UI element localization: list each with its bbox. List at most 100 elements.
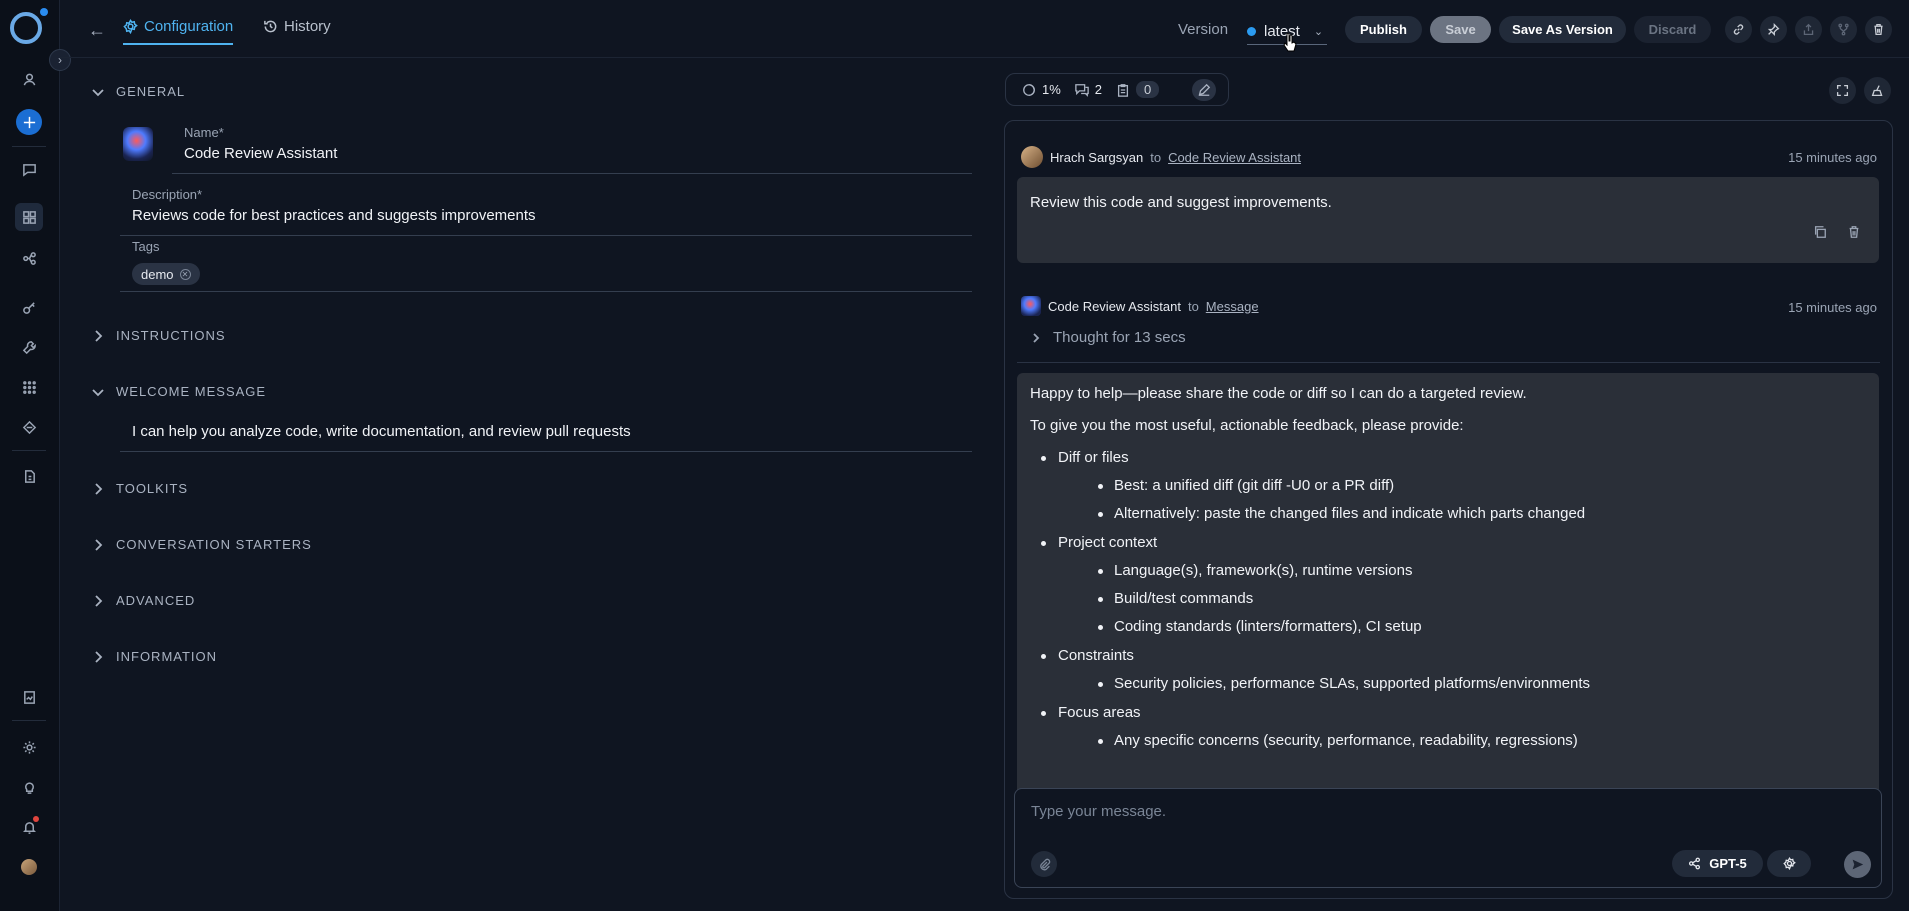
tab-configuration[interactable]: Configuration xyxy=(123,18,234,45)
chevron-right-icon xyxy=(95,329,103,342)
trash-icon[interactable] xyxy=(1847,225,1861,239)
export-button[interactable] xyxy=(1795,16,1822,43)
edit-button[interactable] xyxy=(1192,79,1216,101)
attachment-count-value: 0 xyxy=(1136,81,1160,98)
to-label: to xyxy=(1187,298,1199,314)
notifications-bell-icon[interactable] xyxy=(15,813,43,841)
attach-button[interactable] xyxy=(1031,851,1057,877)
messages-icon xyxy=(1075,83,1089,97)
section-advanced[interactable]: ADVANCED xyxy=(92,593,195,608)
mouse-pointer-icon xyxy=(1283,33,1297,52)
tab-history[interactable]: History xyxy=(263,18,331,35)
apps-grid-icon[interactable] xyxy=(15,373,43,401)
context-usage[interactable]: 1% xyxy=(1022,82,1061,97)
to-label: to xyxy=(1150,149,1162,165)
answer-lead: To give you the most useful, actionable … xyxy=(1030,417,1464,434)
chat-icon[interactable] xyxy=(15,155,43,183)
user-icon[interactable] xyxy=(15,65,43,93)
app-logo-icon[interactable] xyxy=(10,12,42,44)
fork-button[interactable] xyxy=(1830,16,1857,43)
discard-button[interactable]: Discard xyxy=(1634,16,1711,43)
left-rail: › xyxy=(0,0,71,911)
agent-avatar[interactable] xyxy=(123,127,153,161)
model-name: GPT-5 xyxy=(1709,856,1747,871)
section-title: CONVERSATION STARTERS xyxy=(116,537,312,552)
description-field[interactable]: Reviews code for best practices and sugg… xyxy=(132,207,536,224)
user-message-text: Review this code and suggest improvement… xyxy=(1030,194,1332,211)
publish-button[interactable]: Publish xyxy=(1345,16,1422,43)
recipient-link[interactable]: Code Review Assistant xyxy=(1168,150,1301,165)
pipelines-icon[interactable] xyxy=(15,244,43,272)
model-settings-button[interactable] xyxy=(1767,850,1811,877)
section-welcome-message[interactable]: WELCOME MESSAGE xyxy=(92,384,266,399)
tag-label: demo xyxy=(141,266,174,282)
version-label: Version xyxy=(1178,21,1229,38)
tags-label: Tags xyxy=(132,239,160,254)
delete-button[interactable] xyxy=(1865,16,1892,43)
chevron-right-icon xyxy=(95,482,103,495)
agent-message-header: Code Review Assistant to Message xyxy=(1021,296,1259,316)
divider xyxy=(1017,362,1880,363)
attachment-count[interactable]: 0 xyxy=(1116,81,1160,98)
description-label-text: Description xyxy=(132,187,198,202)
fullscreen-button[interactable] xyxy=(1829,77,1856,104)
clear-chat-button[interactable] xyxy=(1864,77,1891,104)
message-count[interactable]: 2 xyxy=(1075,82,1102,97)
remove-tag-icon[interactable]: ✕ xyxy=(179,268,191,280)
share-nodes-icon xyxy=(1689,857,1701,870)
message-author: Code Review Assistant xyxy=(1048,298,1181,314)
chat-panel: Hrach Sargsyan to Code Review Assistant … xyxy=(1004,120,1893,899)
agents-grid-icon[interactable] xyxy=(15,203,43,231)
list-subitem: Any specific concerns (security, perform… xyxy=(1058,732,1866,750)
section-title: INSTRUCTIONS xyxy=(116,328,226,343)
artifacts-icon[interactable] xyxy=(15,413,43,441)
gear-icon xyxy=(123,19,138,34)
fork-icon xyxy=(1838,23,1849,36)
tag-chip[interactable]: demo ✕ xyxy=(132,263,200,285)
section-toolkits[interactable]: TOOLKITS xyxy=(92,481,188,496)
toolkits-wrench-icon[interactable] xyxy=(15,333,43,361)
message-input[interactable]: Type your message. xyxy=(1031,803,1166,820)
section-general[interactable]: GENERAL xyxy=(92,84,185,99)
list-item-title: Project context xyxy=(1058,534,1158,551)
pin-button[interactable] xyxy=(1760,16,1787,43)
answer-list: Diff or files Best: a unified diff (git … xyxy=(1030,449,1866,750)
chat-stats-toolbar: 1% 2 0 xyxy=(1005,73,1229,106)
name-field[interactable]: Code Review Assistant xyxy=(184,145,337,162)
section-conversation-starters[interactable]: CONVERSATION STARTERS xyxy=(92,537,312,552)
reports-icon[interactable] xyxy=(15,683,43,711)
chevron-down-icon xyxy=(92,88,104,96)
paperclip-icon xyxy=(1039,858,1050,870)
top-bar: ← Configuration History Version latest ⌄… xyxy=(60,0,1909,58)
thought-toggle[interactable]: Thought for 13 secs xyxy=(1031,329,1186,346)
history-icon xyxy=(264,20,277,33)
section-information[interactable]: INFORMATION xyxy=(92,649,217,664)
save-button[interactable]: Save xyxy=(1430,16,1491,43)
avatar xyxy=(1021,296,1041,316)
section-instructions[interactable]: INSTRUCTIONS xyxy=(92,328,226,343)
list-item: Constraints Security policies, performan… xyxy=(1030,647,1866,693)
back-arrow-icon[interactable]: ← xyxy=(88,20,106,41)
model-selector[interactable]: GPT-5 xyxy=(1672,850,1763,877)
user-avatar[interactable] xyxy=(15,853,43,881)
list-subitem: Coding standards (linters/formatters), C… xyxy=(1058,618,1866,636)
welcome-message-field[interactable]: I can help you analyze code, write docum… xyxy=(132,423,631,440)
send-button[interactable] xyxy=(1844,851,1871,878)
save-as-version-button[interactable]: Save As Version xyxy=(1499,16,1626,43)
thought-label: Thought for 13 secs xyxy=(1053,329,1186,346)
answer-intro: Happy to help—please share the code or d… xyxy=(1030,385,1527,402)
list-item-title: Focus areas xyxy=(1058,704,1141,721)
broom-icon xyxy=(1871,85,1883,97)
credentials-key-icon[interactable] xyxy=(15,293,43,321)
documents-icon[interactable] xyxy=(15,462,43,490)
avatar xyxy=(1021,146,1043,168)
fullscreen-icon xyxy=(1836,84,1849,97)
recipient-link[interactable]: Message xyxy=(1206,299,1259,314)
link-button[interactable] xyxy=(1725,16,1752,43)
copy-icon[interactable] xyxy=(1813,225,1827,239)
lightbulb-icon[interactable] xyxy=(15,773,43,801)
app-root: › ← Configuration History Version latest… xyxy=(0,0,1909,911)
agent-message-bubble: Happy to help—please share the code or d… xyxy=(1017,373,1879,833)
settings-gear-icon[interactable] xyxy=(15,733,43,761)
add-icon[interactable] xyxy=(16,109,42,135)
